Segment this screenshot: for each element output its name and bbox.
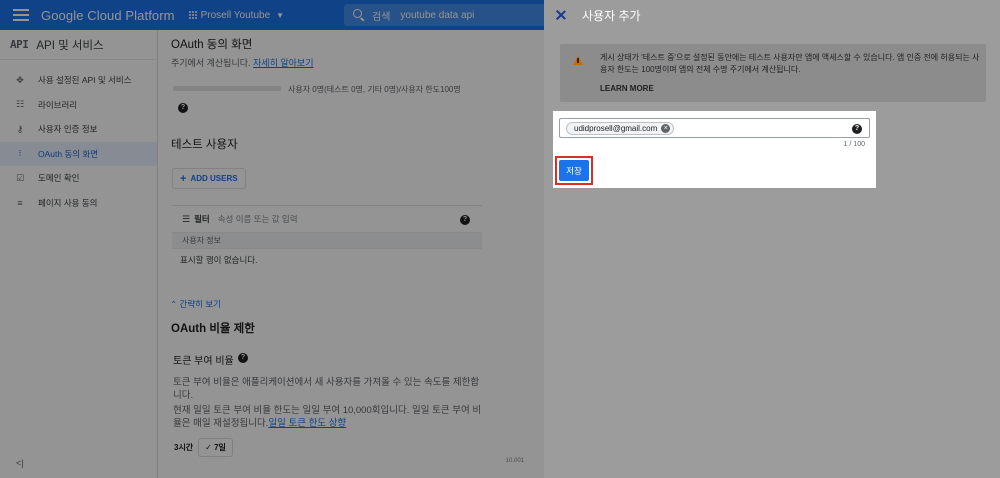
add-users-panel: 사용자 추가 게시 상태가 '테스트 중'으로 설정된 동안에는 테스트 사용자… [544,0,1000,478]
panel-title: 사용자 추가 [582,8,641,23]
save-button[interactable]: 저장 [559,160,589,181]
panel-header: 사용자 추가 [544,0,1000,30]
close-icon[interactable] [556,10,566,20]
remove-chip-icon[interactable]: × [661,123,671,133]
email-chip: udidprosell@gmail.com × [566,121,675,135]
field-help-icon[interactable]: ? [852,124,862,134]
email-chip-input[interactable]: udidprosell@gmail.com × ? [559,118,870,138]
add-users-form: udidprosell@gmail.com × ? 1 / 100 저장 [553,111,876,188]
info-text: 게시 상태가 '테스트 중'으로 설정된 동안에는 테스트 사용자만 앱에 액세… [600,53,980,74]
learn-more-button[interactable]: LEARN MORE [600,84,654,93]
info-banner: 게시 상태가 '테스트 중'으로 설정된 동안에는 테스트 사용자만 앱에 액세… [560,44,986,102]
warning-icon [573,56,583,65]
user-counter: 1 / 100 [843,141,865,148]
modal-scrim[interactable] [0,0,544,478]
save-button-highlight: 저장 [555,156,593,185]
chip-email: udidprosell@gmail.com [574,123,658,133]
